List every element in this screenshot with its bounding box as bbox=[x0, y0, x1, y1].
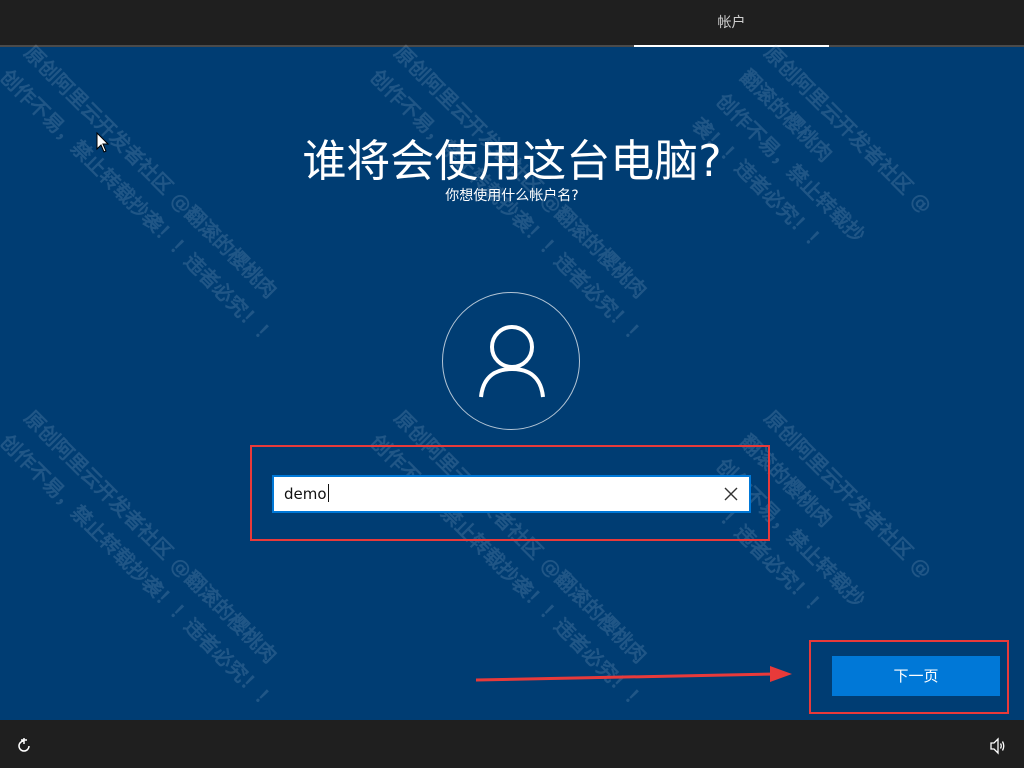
annotation-arrow bbox=[476, 666, 792, 682]
mouse-cursor-icon bbox=[96, 132, 110, 153]
page-title: 谁将会使用这台电脑? bbox=[302, 136, 722, 187]
ease-of-access-icon[interactable] bbox=[15, 737, 33, 755]
tab-account-label: 帐户 bbox=[717, 15, 746, 31]
page-subtitle: 你想使用什么帐户名? bbox=[445, 188, 579, 204]
main-panel: 原创阿里云开发者社区 @翻滚的樱桃肉 创作不易，禁止转载抄袭！！违者必究！！ 原… bbox=[0, 41, 1024, 720]
avatar bbox=[442, 292, 580, 430]
username-input[interactable]: demo bbox=[272, 475, 751, 513]
bottom-bar bbox=[0, 720, 1024, 768]
text-caret bbox=[327, 484, 329, 502]
volume-icon[interactable] bbox=[989, 737, 1007, 755]
next-button[interactable]: 下一页 bbox=[832, 656, 1000, 696]
close-icon[interactable] bbox=[723, 486, 739, 502]
user-icon bbox=[479, 325, 545, 398]
tab-account[interactable]: 帐户 bbox=[634, 0, 829, 47]
top-bar: 帐户 bbox=[0, 0, 1024, 47]
username-input-value: demo bbox=[284, 485, 327, 503]
